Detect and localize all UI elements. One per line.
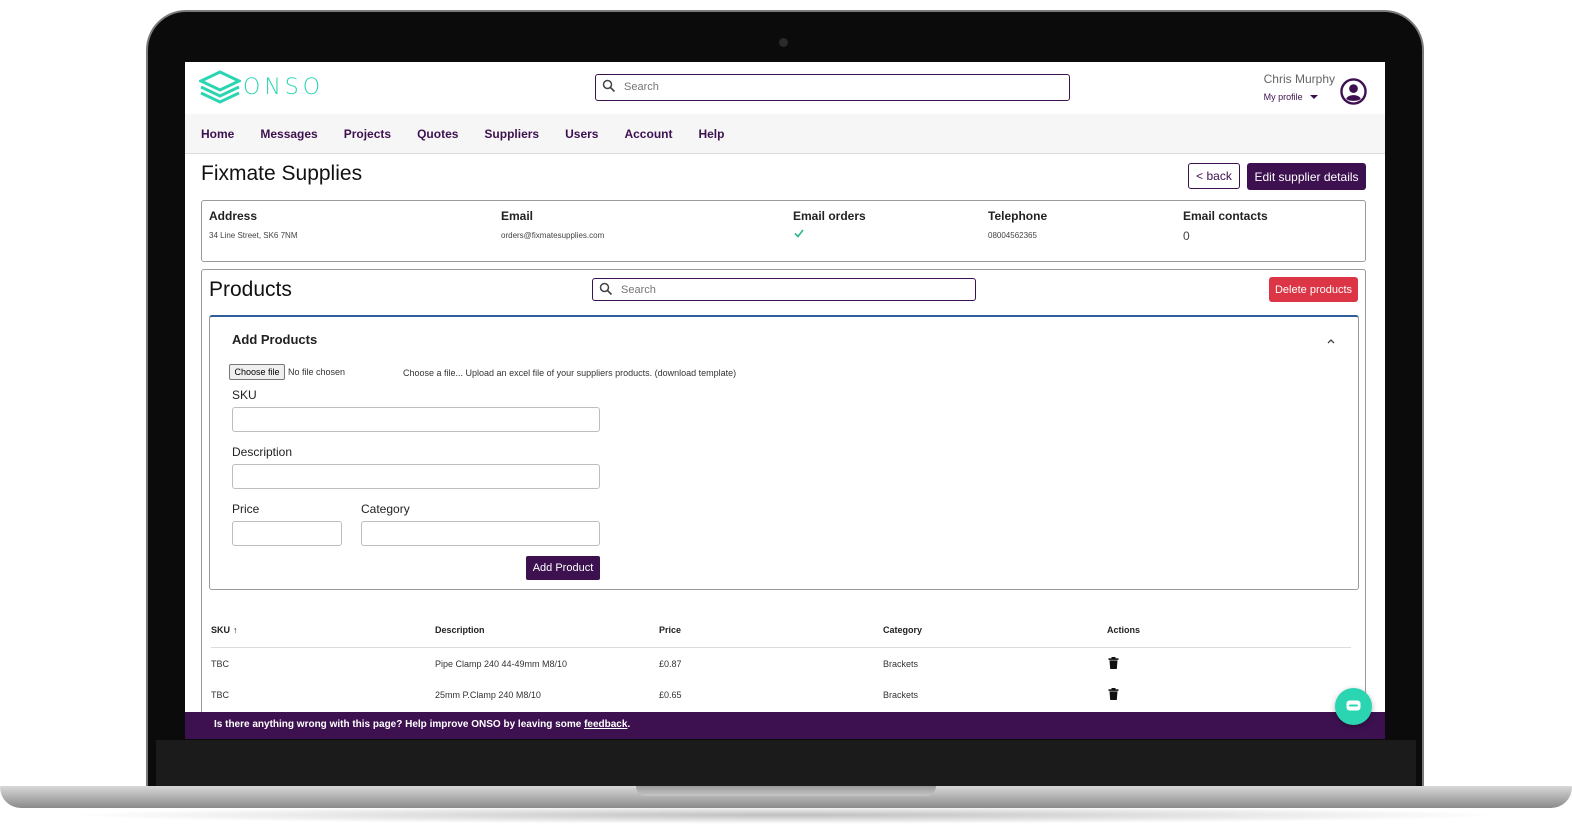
trash-icon[interactable] <box>1108 688 1119 700</box>
telephone-label: Telephone <box>988 209 1048 223</box>
email-section: Email orders@fixmatesupplies.com <box>501 209 604 240</box>
email-contacts-section: Email contacts 0 <box>1183 209 1268 243</box>
nav-help[interactable]: Help <box>698 127 724 141</box>
products-search[interactable] <box>592 278 976 301</box>
row-sku: TBC <box>211 690 229 700</box>
laptop-base-notch <box>636 786 936 796</box>
table-header: SKU ↑ Description Price Category Actions <box>211 615 1351 648</box>
address-section: Address 34 Line Street, SK6 7NM <box>209 209 298 240</box>
page-title: Fixmate Supplies <box>201 162 363 185</box>
laptop-chin <box>156 740 1416 790</box>
my-profile-dropdown[interactable]: My profile <box>1264 92 1335 102</box>
category-column-header[interactable]: Category <box>883 625 922 635</box>
nav-quotes[interactable]: Quotes <box>417 127 458 141</box>
sku-label: SKU <box>232 388 257 402</box>
logo-text: ONSO <box>243 74 325 100</box>
feedback-link[interactable]: feedback <box>584 719 627 730</box>
actions-column-header: Actions <box>1107 625 1141 635</box>
nav-suppliers[interactable]: Suppliers <box>484 127 539 141</box>
products-search-input[interactable] <box>621 281 961 299</box>
row-sku: TBC <box>211 659 229 669</box>
nav-home[interactable]: Home <box>201 127 234 141</box>
table-row: TBC Pipe Clamp 240 44-49mm M8/10 £0.87 B… <box>211 648 1351 679</box>
sku-column-header[interactable]: SKU ↑ <box>211 625 238 635</box>
supplier-info-card: Address 34 Line Street, SK6 7NM Email or… <box>201 200 1366 262</box>
price-label: Price <box>232 502 260 516</box>
telephone-section: Telephone 08004562365 <box>988 209 1047 240</box>
add-products-title[interactable]: Add Products <box>232 332 317 347</box>
feedback-text: Is there anything wrong with this page? … <box>214 719 585 730</box>
add-products-panel: Add Products Choose file No file chosen … <box>209 315 1359 590</box>
row-category: Brackets <box>883 690 919 700</box>
email-contacts-label: Email contacts <box>1183 209 1268 223</box>
row-price: £0.87 <box>659 659 682 669</box>
laptop-shadow <box>60 806 1512 824</box>
feedback-end: . <box>627 719 631 730</box>
sku-input[interactable] <box>232 407 600 432</box>
row-description: Pipe Clamp 240 44-49mm M8/10 <box>435 659 568 669</box>
search-icon <box>602 79 616 93</box>
chevron-up-icon[interactable] <box>1326 337 1336 345</box>
no-file-text: No file chosen <box>288 367 346 377</box>
row-price: £0.65 <box>659 690 682 700</box>
delete-products-button[interactable]: Delete products <box>1269 277 1358 302</box>
global-search[interactable] <box>595 74 1070 101</box>
email-label: Email <box>501 209 534 223</box>
top-bar: ONSO Chris Murphy My profile <box>185 62 1385 114</box>
nav-account[interactable]: Account <box>624 127 672 141</box>
products-title: Products <box>209 278 292 301</box>
add-product-button[interactable]: Add Product <box>526 556 600 580</box>
global-search-input[interactable] <box>624 78 1054 96</box>
price-input[interactable] <box>232 521 342 546</box>
sort-ascending-icon: ↑ <box>233 625 238 635</box>
description-label: Description <box>232 445 293 459</box>
avatar-icon[interactable] <box>1340 78 1367 105</box>
nav-users[interactable]: Users <box>565 127 598 141</box>
price-column-header[interactable]: Price <box>659 625 681 635</box>
caret-down-icon <box>1309 95 1318 99</box>
logo-mark-icon <box>199 70 241 104</box>
description-input[interactable] <box>232 464 600 489</box>
user-name: Chris Murphy <box>1263 72 1335 86</box>
user-menu[interactable]: Chris Murphy My profile <box>1264 72 1335 102</box>
sku-header-label: SKU <box>211 625 231 635</box>
logo[interactable]: ONSO <box>199 70 324 104</box>
table-row: TBC 25mm P.Clamp 240 M8/10 £0.65 Bracket… <box>211 679 1351 710</box>
category-label: Category <box>361 502 410 516</box>
file-upload-row: Choose file No file chosen <box>229 364 345 380</box>
edit-supplier-button[interactable]: Edit supplier details <box>1247 163 1366 190</box>
products-card: Products Delete products Add Products Ch… <box>201 269 1366 739</box>
category-input[interactable] <box>361 521 600 546</box>
email-contacts-value: 0 <box>1183 229 1190 243</box>
trash-icon[interactable] <box>1108 657 1119 669</box>
app-screen: ONSO Chris Murphy My profile Home Messag… <box>185 62 1385 739</box>
row-category: Brackets <box>883 659 919 669</box>
feedback-bar: Is there anything wrong with this page? … <box>185 712 1385 739</box>
my-profile-label: My profile <box>1263 92 1303 102</box>
email-orders-section: Email orders <box>793 209 866 244</box>
email-orders-label: Email orders <box>793 209 866 223</box>
products-table: SKU ↑ Description Price Category Actions … <box>211 615 1351 710</box>
email-value: orders@fixmatesupplies.com <box>501 231 605 240</box>
address-value: 34 Line Street, SK6 7NM <box>209 231 298 240</box>
chat-button[interactable] <box>1335 688 1372 725</box>
file-upload-hint: Choose a file... Upload an excel file of… <box>403 368 737 378</box>
laptop-camera <box>779 38 788 47</box>
search-icon <box>599 282 613 296</box>
row-description: 25mm P.Clamp 240 M8/10 <box>435 690 541 700</box>
check-icon <box>794 229 804 238</box>
description-column-header[interactable]: Description <box>435 625 485 635</box>
main-nav: Home Messages Projects Quotes Suppliers … <box>185 114 1385 154</box>
nav-messages[interactable]: Messages <box>260 127 317 141</box>
choose-file-button[interactable]: Choose file <box>229 364 285 380</box>
back-button[interactable]: < back <box>1188 163 1240 189</box>
chat-icon <box>1346 700 1361 711</box>
nav-projects[interactable]: Projects <box>344 127 391 141</box>
address-label: Address <box>209 209 258 223</box>
telephone-value: 08004562365 <box>988 231 1037 240</box>
